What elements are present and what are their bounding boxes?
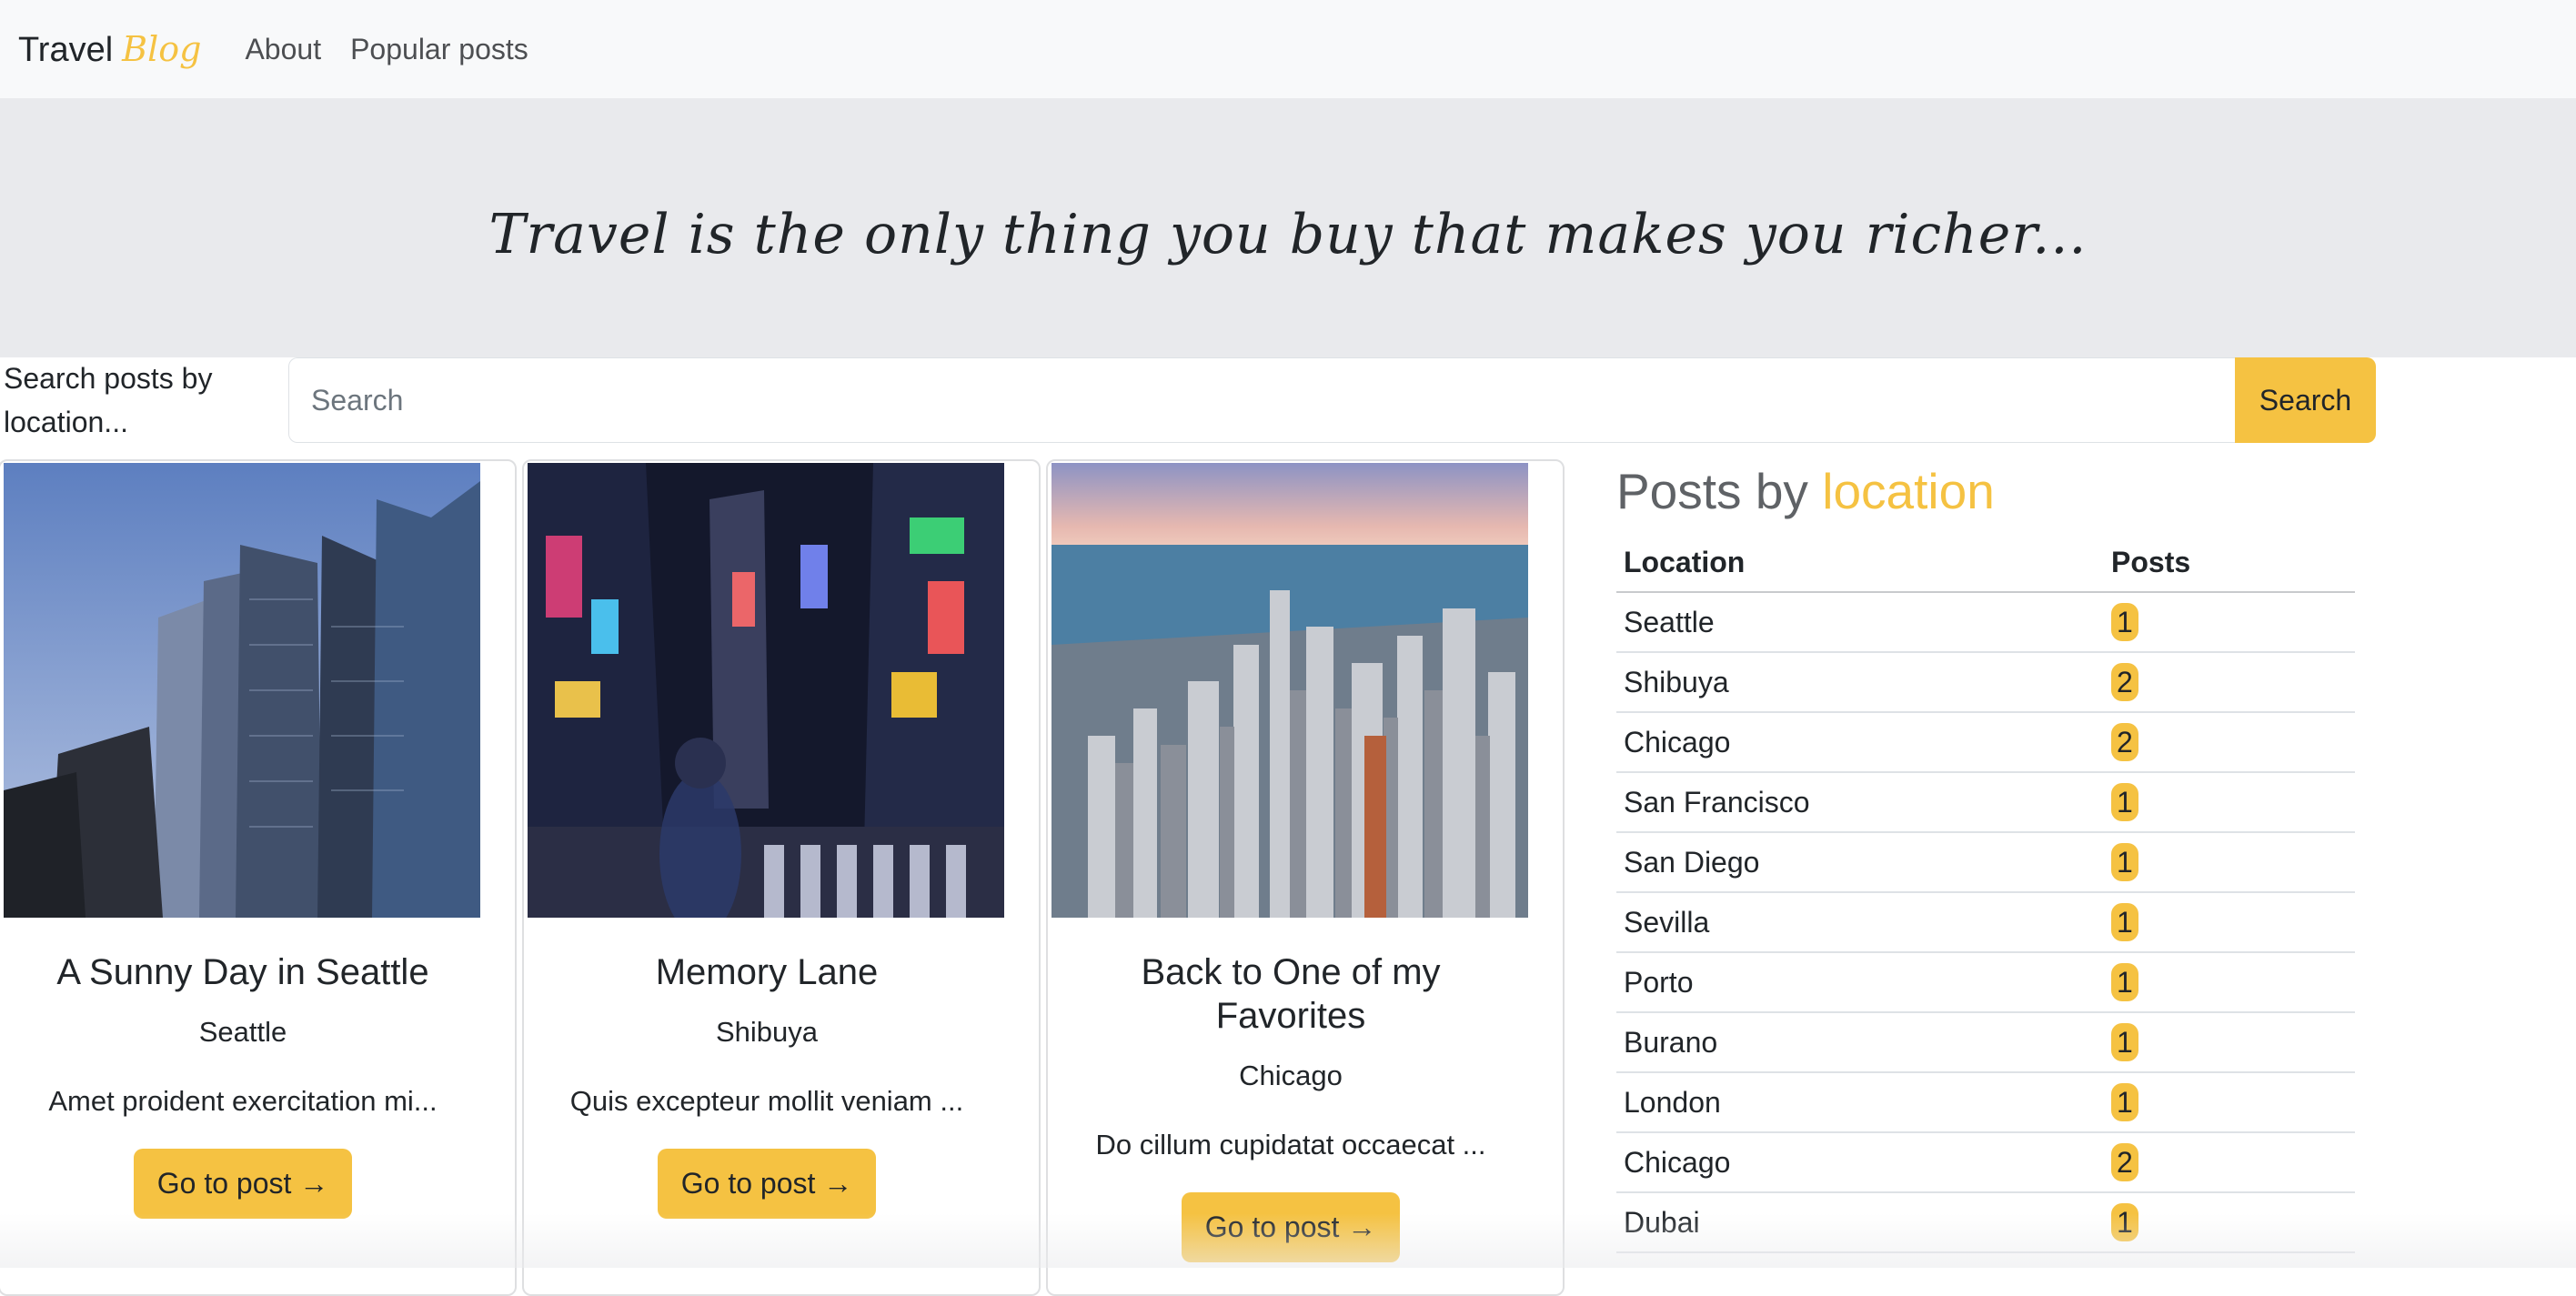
table-row: Chicago 2	[1616, 712, 2355, 773]
hero-quote: Travel is the only thing you buy that ma…	[488, 202, 2088, 266]
card-excerpt: Quis excepteur mollit veniam ...	[569, 1085, 964, 1117]
nav-link-popular-posts[interactable]: Popular posts	[350, 33, 528, 66]
title-accent: location	[1822, 463, 1995, 519]
brand-accent-text: Blog	[122, 28, 202, 69]
row-location: Burano	[1616, 1012, 2104, 1073]
go-to-post-button[interactable]: Go to post →	[657, 1149, 877, 1219]
post-count-badge: 1	[2111, 603, 2138, 641]
card-title: Memory Lane	[655, 952, 879, 992]
table-row: Burano 1	[1616, 1012, 2355, 1073]
post-count-badge: 1	[2111, 843, 2138, 881]
table-header-row: Location Posts	[1616, 533, 2355, 593]
row-location: Chicago	[1616, 1132, 2104, 1193]
row-location: San Francisco	[1616, 772, 2104, 833]
table-row: San Francisco 1	[1616, 772, 2355, 833]
posts-by-location-title: Posts by location	[1616, 462, 1995, 520]
row-location: Shibuya	[1616, 652, 2104, 713]
search-button[interactable]: Search	[2235, 357, 2376, 443]
table-row: London 1	[1616, 1072, 2355, 1133]
post-count-badge: 1	[2111, 1203, 2138, 1241]
navbar: Travel Blog About Popular posts	[0, 0, 2576, 98]
column-header-posts: Posts	[2104, 533, 2355, 593]
post-card-shibuya: Memory Lane Shibuya Quis excepteur molli…	[522, 459, 1041, 1296]
post-count-badge: 2	[2111, 723, 2138, 761]
brand-logo[interactable]: Travel Blog	[18, 29, 201, 70]
location-table: Location Posts Seattle 1 Shibuya 2 Chicago…	[1616, 533, 2355, 1253]
nav-link-about[interactable]: About	[245, 33, 321, 66]
row-location: London	[1616, 1072, 2104, 1133]
card-body: Memory Lane Shibuya Quis excepteur molli…	[524, 918, 1010, 1219]
row-location: Dubai	[1616, 1192, 2104, 1253]
row-location: Seattle	[1616, 592, 2104, 653]
title-prefix: Posts by	[1616, 463, 1808, 519]
post-image-shibuya	[528, 463, 1004, 918]
row-location: Porto	[1616, 952, 2104, 1013]
table-row: Dubai 1	[1616, 1192, 2355, 1253]
search-label: Search posts by location...	[4, 362, 213, 438]
brand-main-text: Travel	[18, 30, 114, 69]
post-count-badge: 1	[2111, 783, 2138, 821]
row-location: Sevilla	[1616, 892, 2104, 953]
table-row: Chicago 2	[1616, 1132, 2355, 1193]
card-title: A Sunny Day in Seattle	[56, 952, 429, 992]
post-count-badge: 1	[2111, 903, 2138, 941]
column-header-location: Location	[1616, 533, 2104, 593]
card-body: A Sunny Day in Seattle Seattle Amet proi…	[0, 918, 486, 1219]
go-to-post-button[interactable]: Go to post →	[1181, 1192, 1401, 1262]
row-location: San Diego	[1616, 832, 2104, 893]
table-row: Porto 1	[1616, 952, 2355, 1013]
card-location: Chicago	[1239, 1060, 1343, 1091]
post-count-badge: 1	[2111, 1023, 2138, 1061]
hero-banner: Travel is the only thing you buy that ma…	[0, 98, 2576, 357]
table-row: Sevilla 1	[1616, 892, 2355, 953]
card-excerpt: Do cillum cupidatat occaecat ...	[1095, 1129, 1486, 1160]
post-image-seattle	[4, 463, 480, 918]
post-card-chicago: Back to One of my Favorites Chicago Do c…	[1046, 459, 1565, 1296]
post-count-badge: 1	[2111, 963, 2138, 1001]
table-row: San Diego 1	[1616, 832, 2355, 893]
post-image-chicago	[1052, 463, 1528, 918]
card-location: Shibuya	[715, 1016, 819, 1048]
table-row: Seattle 1	[1616, 592, 2355, 653]
post-count-badge: 2	[2111, 1143, 2138, 1181]
card-location: Seattle	[198, 1016, 287, 1048]
search-input[interactable]	[288, 357, 2235, 443]
post-count-badge: 1	[2111, 1083, 2138, 1121]
table-row: Shibuya 2	[1616, 652, 2355, 713]
card-excerpt: Amet proident exercitation mi...	[48, 1085, 438, 1117]
post-card-seattle: A Sunny Day in Seattle Seattle Amet proi…	[0, 459, 517, 1296]
card-title: Back to One of my Favorites	[1141, 952, 1441, 1036]
row-location: Chicago	[1616, 712, 2104, 773]
card-body: Back to One of my Favorites Chicago Do c…	[1048, 918, 1534, 1262]
post-count-badge: 2	[2111, 663, 2138, 701]
go-to-post-button[interactable]: Go to post →	[133, 1149, 353, 1219]
